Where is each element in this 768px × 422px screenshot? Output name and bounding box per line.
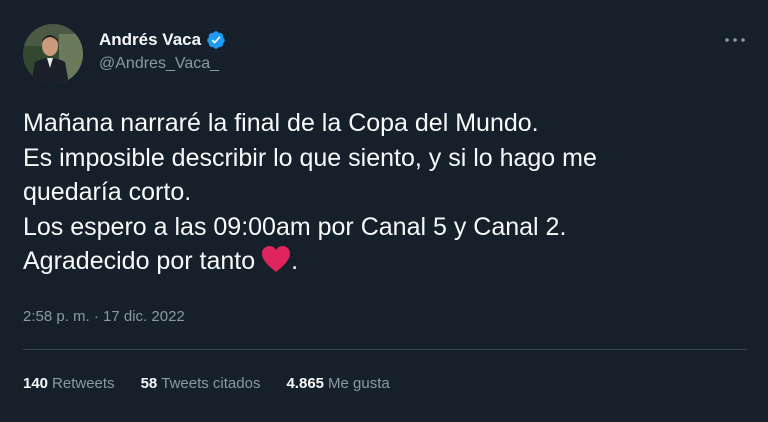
quotes-count: 58 [140, 375, 158, 392]
tweet-line: quedaría corto. [23, 178, 192, 206]
tweet-trailing-period: . [291, 247, 299, 275]
more-options-button[interactable] [718, 28, 752, 52]
divider [23, 349, 747, 350]
author-name-row: Andrés Vaca [99, 29, 226, 51]
likes-stat[interactable]: 4.865 Me gusta [286, 375, 389, 392]
tweet-line-last: Agradecido por tanto. [23, 244, 743, 279]
avatar[interactable] [23, 24, 83, 84]
retweets-label: Retweets [52, 375, 115, 392]
tweet-stats: 140 Retweets 58 Tweets citados 4.865 Me gus… [23, 375, 390, 392]
retweets-count: 140 [23, 375, 49, 392]
tweet-line: Agradecido por tanto [23, 247, 256, 275]
quotes-stat[interactable]: 58 Tweets citados [141, 375, 261, 392]
retweets-stat[interactable]: 140 Retweets [23, 375, 115, 392]
author-name[interactable]: Andrés Vaca [99, 30, 201, 50]
tweet-line: Mañana narraré la final de la Copa del M… [23, 109, 539, 137]
likes-label: Me gusta [328, 375, 390, 392]
author-info: Andrés Vaca @Andres_Vaca_ [99, 29, 226, 73]
tweet-timestamp[interactable]: 2:58 p. m. · 17 dic. 2022 [23, 308, 185, 325]
author-handle[interactable]: @Andres_Vaca_ [99, 55, 226, 73]
more-options-icon [725, 38, 745, 42]
verified-badge-icon [206, 30, 226, 50]
avatar-photo [23, 24, 83, 84]
tweet-line: Los espero a las 09:00am por Canal 5 y C… [23, 212, 567, 241]
quotes-label: Tweets citados [161, 375, 261, 392]
tweet-text: Mañana narraré la final de la Copa del M… [23, 106, 743, 279]
red-heart-icon [261, 245, 291, 273]
tweet-line: Es imposible describir lo que siento, y … [23, 143, 597, 172]
likes-count: 4.865 [286, 375, 325, 392]
tweet-card: Andrés Vaca @Andres_Vaca_ Mañana narraré… [0, 0, 768, 422]
